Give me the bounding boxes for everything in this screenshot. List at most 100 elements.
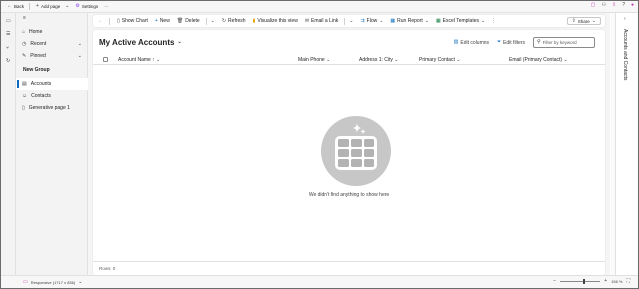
back-button[interactable]: ← Back <box>7 4 24 10</box>
sitemap-nav: ≡ ⌂ Home ◷ Recent ⌄ ✎ Pinned ⌄ New Group… <box>16 13 88 275</box>
divider <box>344 17 346 25</box>
column-header-email[interactable]: Email (Primary Contact) ⌄ <box>509 57 568 63</box>
share-icon[interactable]: ⇪ <box>612 3 616 8</box>
run-report-button[interactable]: ▦ Run Report ⌄ <box>390 18 429 24</box>
refresh-button[interactable]: ↻ Refresh <box>222 18 246 24</box>
excel-templates-button[interactable]: ▦ Excel Templates ⌄ <box>436 18 485 24</box>
top-right-icons: ▢ ⚇ ⇪ ? ● <box>591 3 634 8</box>
flow-button[interactable]: ⇉ Flow ⌄ <box>360 18 383 24</box>
nav-accounts-label: Accounts <box>30 81 52 87</box>
nav-item-generative-page[interactable]: ▯ Generative page 1 <box>16 102 88 114</box>
zoom-control: − + 156 % ⛶ <box>553 279 630 284</box>
nav-pinned-label: Pinned <box>30 53 46 59</box>
chevron-down-icon: ⌄ <box>379 17 384 24</box>
pages-icon[interactable]: ▭ <box>6 19 11 24</box>
nav-item-accounts[interactable]: ▤ Accounts <box>16 78 88 90</box>
column-header-primary-contact[interactable]: Primary Contact ⌄ <box>419 57 460 63</box>
chevron-down-icon: ⌄ <box>424 17 429 24</box>
column-header-account-name[interactable]: Account Name ↑ ⌄ <box>118 57 160 63</box>
empty-state-illustration <box>321 116 391 186</box>
chevron-down-icon: ⌄ <box>77 53 82 59</box>
data-icon[interactable]: ☰ <box>6 32 10 37</box>
edit-filters-button[interactable]: ⏷ Edit filters <box>497 40 525 46</box>
fit-screen-icon[interactable]: ⛶ <box>626 279 630 284</box>
device-icon: ▭ <box>23 278 28 285</box>
chevron-down-icon[interactable]: ⌄ <box>349 18 353 24</box>
nav-generative-label: Generative page 1 <box>28 105 70 111</box>
more-vertical-icon[interactable]: ⋮ <box>491 18 496 24</box>
nav-item-home[interactable]: ⌂ Home <box>16 26 88 38</box>
settings-button[interactable]: ⚙ Settings <box>75 3 98 10</box>
refresh-icon: ↻ <box>221 17 227 24</box>
zoom-slider-thumb[interactable] <box>582 279 585 284</box>
filter-icon: ⏷ <box>497 39 502 45</box>
zoom-slider[interactable] <box>560 279 601 284</box>
chevron-down-icon: ⌄ <box>156 57 161 63</box>
delete-label: Delete <box>185 18 200 24</box>
zoom-in-icon[interactable]: + <box>604 279 607 284</box>
more-button[interactable]: ··· <box>104 4 109 9</box>
top-bar: ← Back + Add page ⌄ ⚙ Settings ··· ▢ ⚇ ⇪… <box>1 1 638 13</box>
view-title: My Active Accounts <box>99 38 175 47</box>
chevron-down-icon[interactable]: ⌄ <box>211 18 215 24</box>
refresh-label: Refresh <box>228 18 246 24</box>
device-preview[interactable]: ▭ Responsive (1717 x 836) ⌄ <box>23 278 83 285</box>
filter-keyword-input[interactable]: ⚲ Filter by keyword <box>533 37 595 48</box>
side-pane: › Accounts and Contacts <box>615 13 638 275</box>
column-label: Email (Primary Contact) <box>509 57 563 63</box>
people-icon[interactable]: ⚇ <box>602 3 606 8</box>
filter-placeholder: Filter by keyword <box>542 40 577 45</box>
nav-group-label: New Group <box>23 67 50 73</box>
collapse-icon[interactable]: › <box>624 17 626 22</box>
visualize-button[interactable]: ▮ Visualize this view <box>253 18 298 24</box>
edit-columns-button[interactable]: ▥ Edit columns <box>454 40 489 46</box>
gear-icon: ⚙ <box>75 3 80 9</box>
plus-icon: + <box>36 3 39 9</box>
chevron-down-icon: ⌄ <box>481 17 486 24</box>
automation-icon[interactable]: ↻ <box>6 59 10 64</box>
divider <box>205 17 207 25</box>
status-bar: ▭ Responsive (1717 x 836) ⌄ − + 156 % ⛶ <box>1 275 638 288</box>
visualize-label: Visualize this view <box>257 18 298 24</box>
nav-item-pinned[interactable]: ✎ Pinned ⌄ <box>16 50 88 62</box>
hamburger-icon[interactable]: ≡ <box>23 16 26 21</box>
trash-icon: 🗑 <box>176 17 184 24</box>
chevron-down-icon: ⌄ <box>326 57 331 63</box>
email-link-label: Email a Link <box>311 18 339 24</box>
run-report-label: Run Report <box>397 18 423 24</box>
column-label: Primary Contact <box>419 57 455 63</box>
plus-icon: + <box>154 17 158 24</box>
column-header-city[interactable]: Address 1: City ⌄ <box>359 57 399 63</box>
delete-button[interactable]: 🗑 Delete <box>177 18 200 24</box>
zoom-value: 156 % <box>611 279 623 284</box>
add-page-label: Add page <box>40 4 61 9</box>
chevron-down-icon: ⌄ <box>563 57 568 63</box>
help-icon[interactable]: ? <box>622 3 625 8</box>
share-button[interactable]: ⇪ Share ⌄ <box>566 17 601 25</box>
nav-item-recent[interactable]: ◷ Recent ⌄ <box>16 38 88 50</box>
select-all-checkbox[interactable] <box>103 57 108 62</box>
column-header-main-phone[interactable]: Main Phone ⌄ <box>298 57 330 63</box>
nav-item-contacts[interactable]: ☺ Contacts <box>16 90 88 102</box>
record-icon[interactable]: ● <box>631 3 634 8</box>
chevron-down-icon: ⌄ <box>78 278 83 285</box>
page-icon: ▯ <box>22 104 25 111</box>
chart-icon: ▯ <box>117 17 120 24</box>
chevron-down-icon: ⌄ <box>456 57 461 63</box>
divider <box>29 3 31 10</box>
column-label: Address 1: City <box>359 57 393 63</box>
zoom-out-icon[interactable]: − <box>553 279 556 284</box>
view-selector[interactable]: My Active Accounts ⌄ <box>99 38 182 47</box>
home-icon: ⌂ <box>22 28 26 35</box>
comment-icon[interactable]: ▢ <box>591 3 596 8</box>
visualize-icon: ▮ <box>252 17 256 24</box>
email-link-button[interactable]: ✉ Email a Link <box>305 18 338 24</box>
flow-label: Flow <box>366 18 378 24</box>
new-button[interactable]: + New <box>155 18 170 24</box>
chevron-down-icon: ⌄ <box>591 17 596 24</box>
view-actions: ▥ Edit columns ⏷ Edit filters ⚲ Filter b… <box>454 37 595 48</box>
flow-icon[interactable]: ⑂ <box>6 46 9 51</box>
show-chart-button[interactable]: ▯ Show Chart <box>117 18 148 24</box>
back-arrow-icon[interactable]: ← <box>98 18 103 24</box>
add-page-button[interactable]: + Add page ⌄ <box>36 3 69 10</box>
